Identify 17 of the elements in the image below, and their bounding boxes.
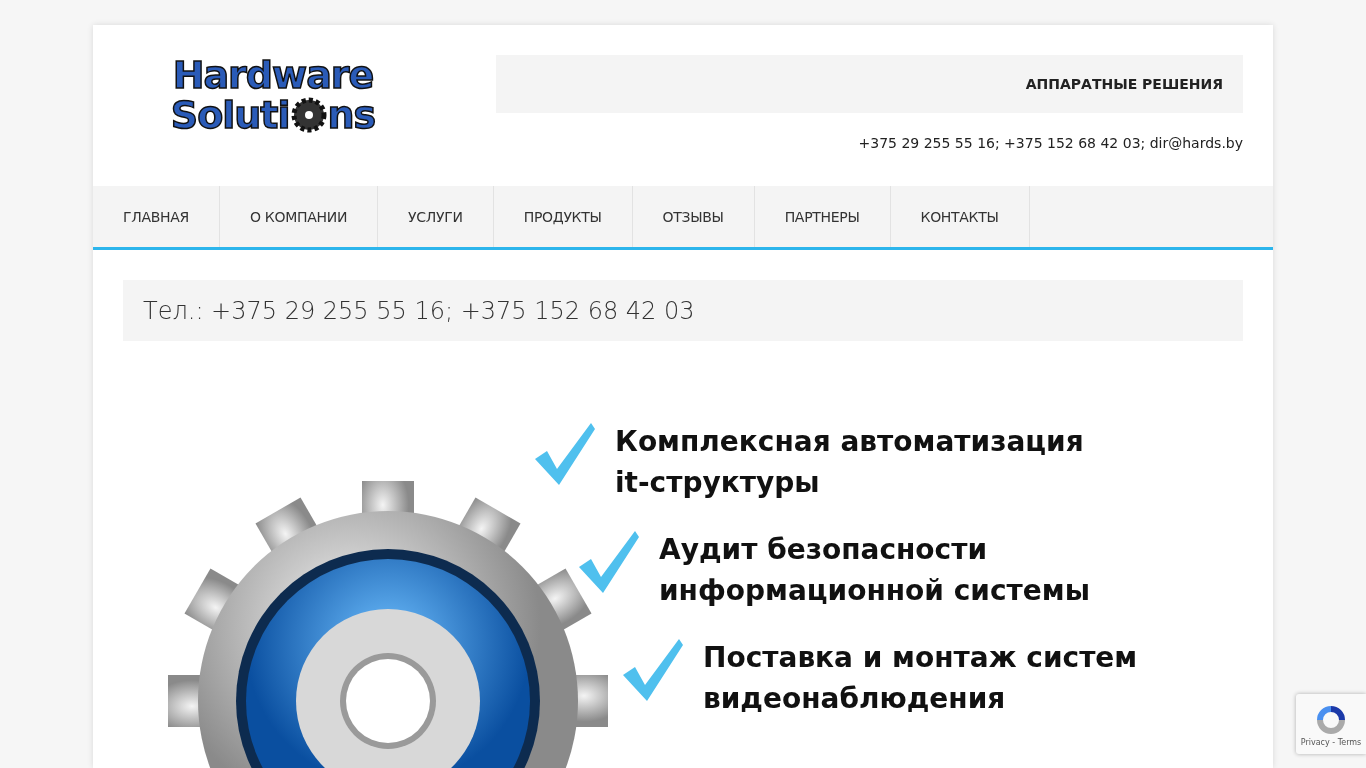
nav-link[interactable]: УСЛУГИ — [378, 186, 494, 247]
checkmark-icon — [533, 421, 597, 487]
checkmark-icon — [621, 637, 685, 703]
feature-text: Поставка и монтаж систем видеонаблюдения — [703, 640, 1138, 717]
logo[interactable]: Hardware Soluti ns — [123, 55, 423, 186]
nav-link[interactable]: ПРОДУКТЫ — [493, 186, 633, 247]
tagline: АППАРАТНЫЕ РЕШЕНИЯ — [496, 55, 1243, 113]
nav-link[interactable]: О КОМПАНИИ — [220, 186, 379, 247]
nav-link[interactable]: КОНТАКТЫ — [890, 186, 1030, 247]
contact-info: +375 29 255 55 16; +375 152 68 42 03; dir@hards.by — [858, 135, 1243, 151]
privacy-terms-links[interactable]: Privacy - Terms — [1300, 737, 1362, 747]
feature-text: Аудит безопасности информационной системы — [659, 532, 1090, 609]
nav-link[interactable]: ПАРТНЕРЫ — [754, 186, 891, 247]
phone-heading: Тел.: +375 29 255 55 16; +375 152 68 42 03 — [123, 280, 1243, 341]
nav-link[interactable]: ГЛАВНАЯ — [93, 186, 220, 247]
nav-link[interactable]: ОТЗЫВЫ — [632, 186, 755, 247]
feature-text: Комплексная автоматизация it-структуры — [615, 424, 1084, 501]
